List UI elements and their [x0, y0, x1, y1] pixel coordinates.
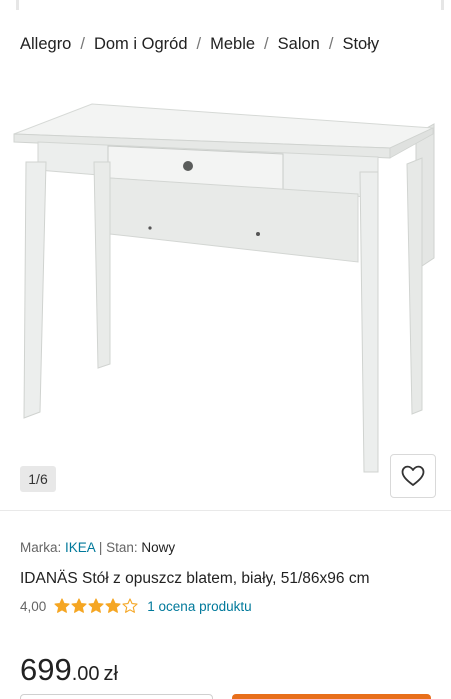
buy-now-button[interactable]	[232, 694, 431, 699]
meta-separator: |	[98, 540, 103, 555]
breadcrumb-separator: /	[328, 34, 334, 53]
top-edge-mark	[16, 0, 19, 10]
breadcrumb-separator: /	[80, 34, 85, 53]
product-image-gallery[interactable]	[0, 62, 451, 508]
add-to-cart-button[interactable]	[20, 694, 213, 699]
star-empty-icon	[122, 598, 138, 613]
price-decimal: .00	[71, 663, 100, 685]
breadcrumb-item-salon[interactable]: Salon	[278, 35, 320, 54]
star-filled-icon	[88, 598, 104, 613]
image-counter: 1/6	[20, 466, 56, 492]
heart-outline-icon	[401, 465, 425, 486]
reviews-link[interactable]: 1 ocena produktu	[147, 599, 251, 614]
top-edge	[0, 0, 451, 10]
breadcrumb-item-dom-i-ogrod[interactable]: Dom i Ogród	[94, 35, 188, 54]
breadcrumb-item-stoly[interactable]: Stoły	[342, 35, 379, 54]
product-rating: 4,00 1 ocena produktu	[20, 597, 252, 615]
rating-stars	[54, 598, 139, 614]
price-integer: 699	[20, 652, 72, 687]
rating-value: 4,00	[20, 598, 47, 614]
breadcrumb-item-meble[interactable]: Meble	[210, 35, 255, 54]
price-currency: zł	[103, 663, 118, 685]
top-edge-mark	[441, 0, 444, 10]
brand-label: Marka:	[20, 540, 62, 555]
star-filled-icon	[71, 598, 87, 613]
breadcrumb: Allegro / Dom i Ogród / Meble / Salon / …	[20, 33, 379, 55]
brand-link[interactable]: IKEA	[65, 540, 95, 555]
condition-value: Nowy	[141, 540, 176, 555]
breadcrumb-item-allegro[interactable]: Allegro	[20, 35, 71, 54]
add-to-favorites-button[interactable]	[390, 454, 436, 498]
breadcrumb-separator: /	[196, 34, 202, 53]
star-filled-icon	[105, 598, 121, 613]
section-divider	[0, 510, 451, 511]
star-filled-icon	[54, 598, 70, 613]
condition-label: Stan:	[106, 540, 138, 555]
product-image	[13, 103, 435, 473]
product-title: IDANÄS Stół z opuszcz blatem, biały, 51/…	[20, 570, 370, 587]
breadcrumb-separator: /	[264, 34, 269, 53]
product-price: 699.00 zł	[20, 652, 118, 688]
product-meta: Marka: IKEA | Stan: Nowy	[20, 540, 175, 555]
